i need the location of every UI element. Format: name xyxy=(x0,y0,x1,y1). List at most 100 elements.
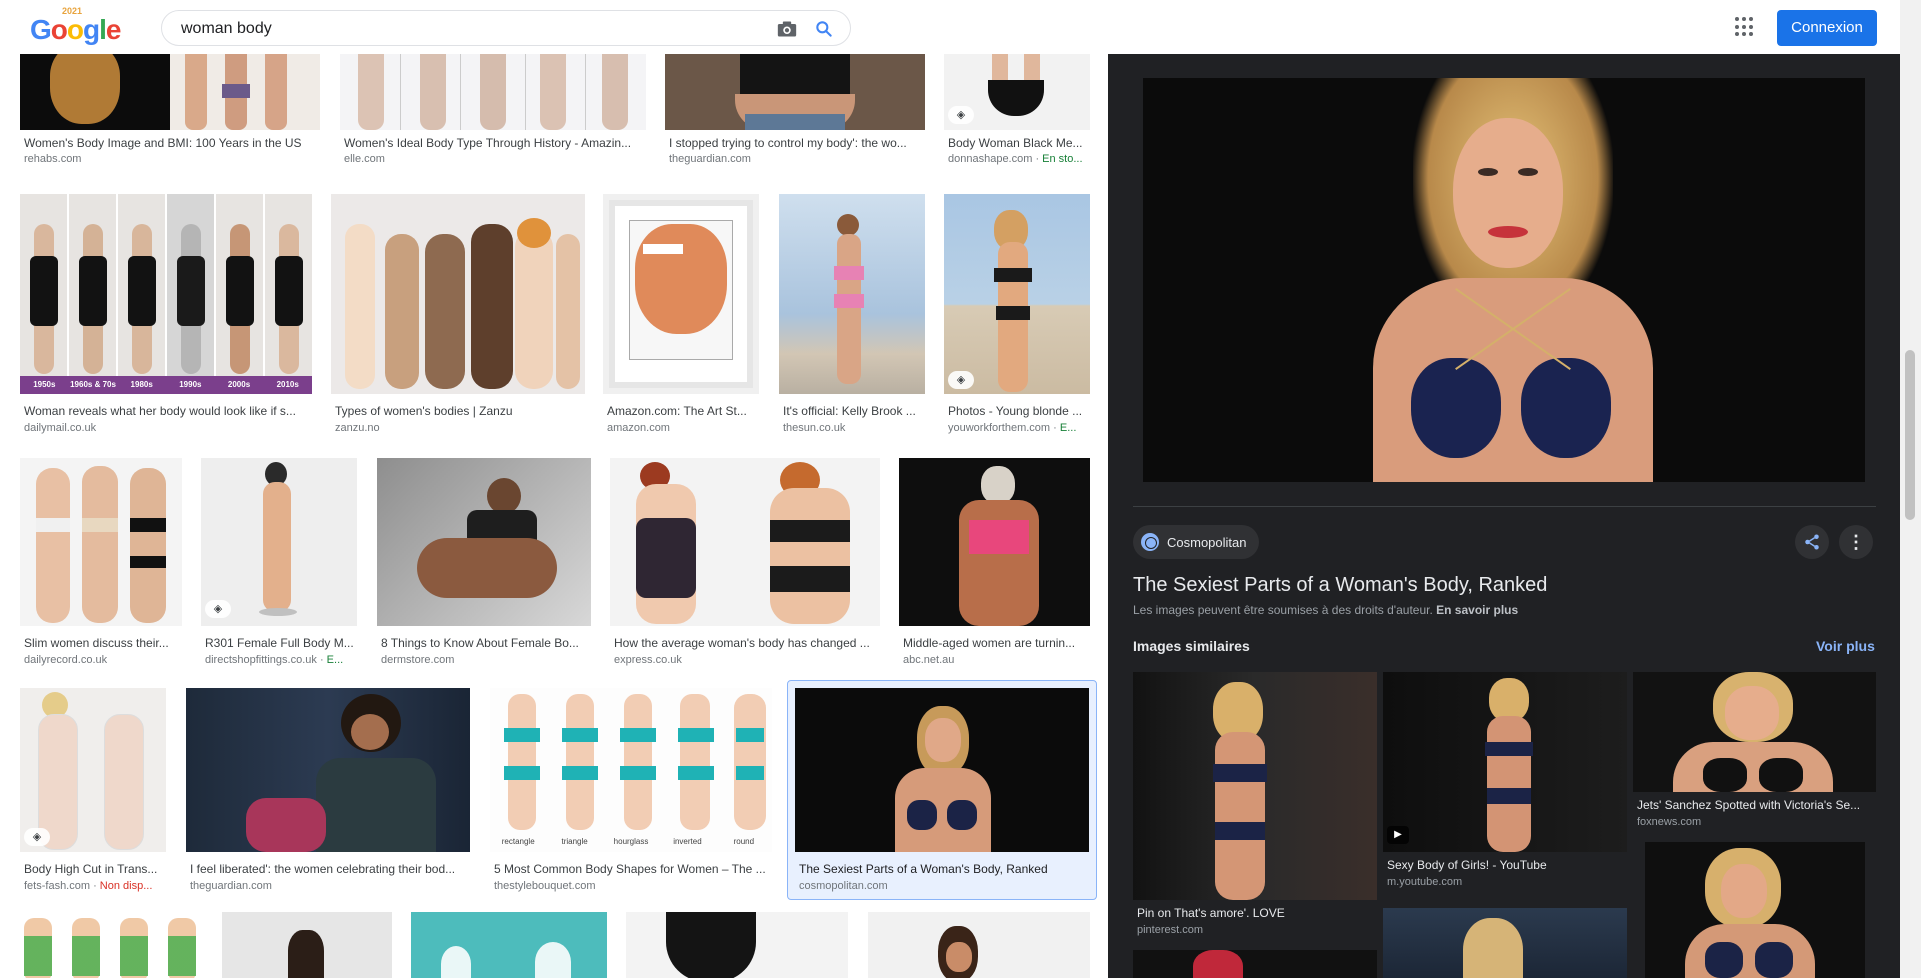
result-title[interactable]: Body Woman Black Me... xyxy=(948,136,1088,150)
similar-image-card[interactable]: ▶ Sexy Body of Girls! - YouTube m.youtub… xyxy=(1383,672,1627,902)
result-card[interactable]: I stopped trying to control my body': th… xyxy=(665,54,925,174)
result-image[interactable] xyxy=(340,54,646,130)
result-card[interactable]: Amazon.com: The Art St... amazon.com xyxy=(603,194,759,440)
more-options-icon[interactable]: ⋮ xyxy=(1839,525,1873,559)
result-image[interactable] xyxy=(603,194,759,394)
result-title[interactable]: Women's Ideal Body Type Through History … xyxy=(344,136,644,150)
similar-image-source: m.youtube.com xyxy=(1387,876,1463,888)
similar-image-title[interactable]: Sexy Body of Girls! - YouTube xyxy=(1387,858,1625,872)
result-title[interactable]: Amazon.com: The Art St... xyxy=(607,404,757,418)
result-card[interactable]: rectangle triangle hourglass inverted tr… xyxy=(490,688,772,900)
result-image[interactable] xyxy=(222,912,392,978)
result-card[interactable] xyxy=(868,912,1090,978)
learn-more-link[interactable]: En savoir plus xyxy=(1436,603,1518,617)
result-title[interactable]: How the average woman's body has changed… xyxy=(614,636,878,650)
result-image[interactable] xyxy=(331,194,585,394)
preview-title[interactable]: The Sexiest Parts of a Woman's Body, Ran… xyxy=(1133,574,1547,597)
similar-image[interactable] xyxy=(1133,672,1377,900)
result-image[interactable] xyxy=(186,688,470,852)
google-logo[interactable]: Google 2021 xyxy=(30,6,121,46)
result-title[interactable]: Body High Cut in Trans... xyxy=(24,862,164,876)
shape-label: hourglass xyxy=(613,837,649,846)
decade-label: 1990s xyxy=(179,380,202,389)
shape-label: inverted triangle xyxy=(673,837,702,846)
result-image[interactable] xyxy=(20,458,182,626)
result-title[interactable]: 8 Things to Know About Female Bo... xyxy=(381,636,589,650)
similar-image[interactable] xyxy=(1645,842,1865,978)
result-image[interactable] xyxy=(899,458,1090,626)
panel-divider xyxy=(1133,506,1876,507)
result-image[interactable] xyxy=(20,54,320,130)
result-card[interactable] xyxy=(222,912,392,978)
result-image[interactable]: rectangle triangle hourglass inverted tr… xyxy=(490,688,772,852)
shape-label: rectangle xyxy=(501,837,535,846)
search-input[interactable] xyxy=(181,18,741,40)
result-card[interactable]: Middle-aged women are turnin... abc.net.… xyxy=(899,458,1090,670)
similar-image-card[interactable]: Pin on That's amore'. LOVE pinterest.com xyxy=(1133,672,1377,978)
apps-grid-icon[interactable] xyxy=(1735,17,1755,37)
result-title[interactable]: The Sexiest Parts of a Woman's Body, Ran… xyxy=(799,862,1089,876)
result-image[interactable] xyxy=(944,194,1090,394)
result-title[interactable]: R301 Female Full Body M... xyxy=(205,636,355,650)
result-image[interactable]: 1950s 1960s & 70s 1980s 1990s 2000s 2010… xyxy=(20,194,312,394)
similar-image[interactable] xyxy=(1383,672,1627,852)
result-title[interactable]: 5 Most Common Body Shapes for Women – Th… xyxy=(494,862,770,876)
result-card[interactable] xyxy=(20,912,204,978)
camera-icon[interactable] xyxy=(777,20,797,38)
scrollbar-thumb[interactable] xyxy=(1905,350,1915,520)
result-card-selected[interactable]: The Sexiest Parts of a Woman's Body, Ran… xyxy=(787,680,1097,900)
result-card[interactable]: 8 Things to Know About Female Bo... derm… xyxy=(377,458,591,670)
search-icon[interactable] xyxy=(814,19,834,39)
result-title[interactable]: Slim women discuss their... xyxy=(24,636,180,650)
result-card[interactable]: It's official: Kelly Brook ... thesun.co… xyxy=(779,194,925,440)
result-image[interactable] xyxy=(779,194,925,394)
result-image[interactable] xyxy=(795,688,1089,852)
result-title[interactable]: Middle-aged women are turnin... xyxy=(903,636,1088,650)
result-card[interactable]: Women's Ideal Body Type Through History … xyxy=(340,54,646,174)
result-card[interactable]: ◈ Body Woman Black Me... donnashape.com … xyxy=(944,54,1090,174)
similar-image-title[interactable]: Pin on That's amore'. LOVE xyxy=(1137,906,1375,920)
similar-image-card[interactable] xyxy=(1645,842,1865,978)
result-image[interactable] xyxy=(20,912,204,978)
preview-image[interactable] xyxy=(1143,78,1865,482)
page-scrollbar[interactable] xyxy=(1900,0,1921,978)
result-image[interactable] xyxy=(665,54,925,130)
signin-button[interactable]: Connexion xyxy=(1777,10,1877,46)
result-source: dermstore.com xyxy=(381,654,455,666)
result-title[interactable]: Woman reveals what her body would look l… xyxy=(24,404,312,418)
similar-image-card[interactable] xyxy=(1133,950,1377,978)
result-source: donnashape.com · En sto... xyxy=(948,153,1088,165)
result-title[interactable]: Women's Body Image and BMI: 100 Years in… xyxy=(24,136,320,150)
similar-image[interactable] xyxy=(1133,950,1377,978)
result-image[interactable] xyxy=(868,912,1090,978)
result-card[interactable]: Types of women's bodies | Zanzu zanzu.no xyxy=(331,194,585,440)
result-card[interactable]: How the average woman's body has changed… xyxy=(610,458,880,670)
result-title[interactable]: Types of women's bodies | Zanzu xyxy=(335,404,585,418)
result-image[interactable] xyxy=(626,912,848,978)
source-site-chip[interactable]: Cosmopolitan xyxy=(1133,525,1259,559)
result-card[interactable] xyxy=(411,912,607,978)
similar-image-title[interactable]: Jets' Sanchez Spotted with Victoria's Se… xyxy=(1637,798,1874,812)
stock-status: E... xyxy=(326,654,344,666)
result-title[interactable]: I feel liberated': the women celebrating… xyxy=(190,862,468,876)
result-card[interactable] xyxy=(626,912,848,978)
result-card[interactable]: ◈ Photos - Young blonde ... youworkforth… xyxy=(944,194,1090,440)
see-more-link[interactable]: Voir plus xyxy=(1816,638,1875,654)
result-card[interactable]: 1950s 1960s & 70s 1980s 1990s 2000s 2010… xyxy=(20,194,312,440)
result-title[interactable]: I stopped trying to control my body': th… xyxy=(669,136,923,150)
result-card[interactable]: Slim women discuss their... dailyrecord.… xyxy=(20,458,182,670)
result-title[interactable]: It's official: Kelly Brook ... xyxy=(783,404,923,418)
result-image[interactable] xyxy=(610,458,880,626)
result-card[interactable]: I feel liberated': the women celebrating… xyxy=(186,688,470,900)
similar-image-card[interactable] xyxy=(1383,908,1627,978)
result-card[interactable]: Women's Body Image and BMI: 100 Years in… xyxy=(20,54,320,174)
result-card[interactable]: ◈ R301 Female Full Body M... directshopf… xyxy=(201,458,357,670)
similar-image[interactable] xyxy=(1383,908,1627,978)
result-image[interactable] xyxy=(411,912,607,978)
result-image[interactable] xyxy=(377,458,591,626)
similar-image-card[interactable]: Jets' Sanchez Spotted with Victoria's Se… xyxy=(1633,672,1876,842)
result-title[interactable]: Photos - Young blonde ... xyxy=(948,404,1088,418)
share-icon[interactable] xyxy=(1795,525,1829,559)
similar-image[interactable] xyxy=(1633,672,1876,792)
result-card[interactable]: ◈ Body High Cut in Trans... fets-fash.co… xyxy=(20,688,166,900)
